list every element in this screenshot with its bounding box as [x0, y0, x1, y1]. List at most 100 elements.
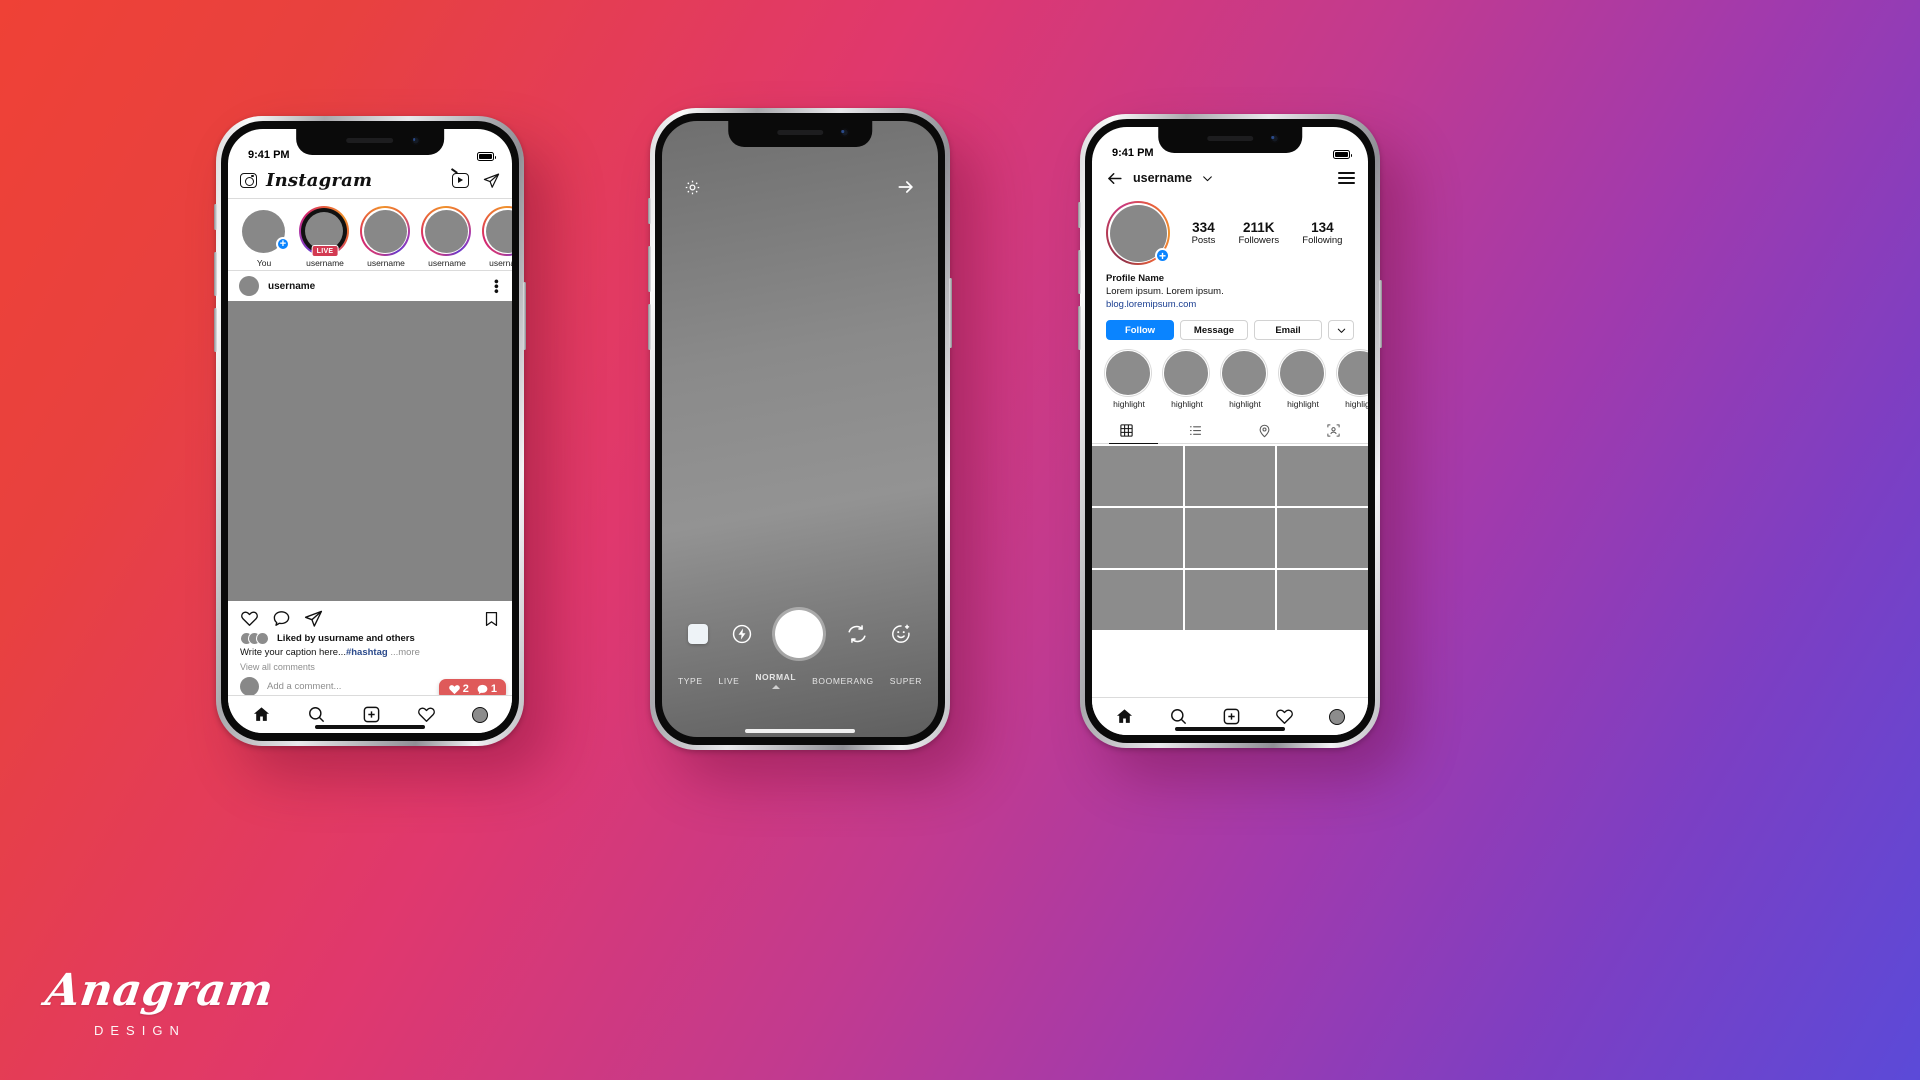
tagged-person-icon[interactable] [1326, 423, 1341, 438]
search-icon[interactable] [307, 705, 326, 724]
heart-icon[interactable] [1275, 707, 1294, 726]
silent-switch[interactable] [214, 204, 217, 230]
home-indicator[interactable] [315, 725, 425, 729]
camera-mode-live[interactable]: LIVE [719, 676, 740, 686]
plus-square-icon[interactable] [362, 705, 381, 724]
grid-cell[interactable] [1092, 446, 1183, 507]
posts-grid[interactable] [1092, 444, 1368, 631]
camera-mode-normal[interactable]: NORMAL [755, 672, 796, 682]
story-item[interactable]: username [482, 206, 512, 268]
message-button[interactable]: Message [1180, 320, 1248, 341]
story-item-live[interactable]: LIVE username [299, 206, 351, 268]
email-button[interactable]: Email [1254, 320, 1322, 341]
kebab-menu-icon[interactable]: ••• [489, 279, 505, 294]
grid-cell[interactable] [1184, 508, 1276, 569]
power-button[interactable] [523, 282, 526, 350]
comment-input-placeholder[interactable]: Add a comment... [267, 681, 341, 692]
volume-down-button[interactable] [648, 304, 651, 350]
home-icon[interactable] [252, 705, 271, 724]
highlight-item[interactable]: highlight [1163, 350, 1211, 409]
story-highlights[interactable]: highlight highlight highlight highlight … [1092, 340, 1368, 409]
instagram-logo[interactable]: Instagram [240, 170, 372, 191]
post-author-name[interactable]: username [268, 281, 315, 292]
highlight-item[interactable]: highlight [1279, 350, 1327, 409]
home-icon[interactable] [1115, 707, 1134, 726]
paper-plane-icon[interactable] [304, 609, 323, 628]
likes-text[interactable]: Liked by usurname and others [277, 633, 415, 644]
grid-cell[interactable] [1184, 446, 1276, 507]
profile-username[interactable]: username [1133, 171, 1192, 185]
stat-following[interactable]: 134 Following [1302, 220, 1342, 247]
heart-icon[interactable] [240, 609, 259, 628]
list-icon[interactable] [1188, 423, 1203, 438]
arrow-right-icon[interactable] [896, 177, 916, 197]
plus-square-icon[interactable] [1222, 707, 1241, 726]
camera-mode-type[interactable]: TYPE [678, 676, 703, 686]
post-action-bar [228, 601, 512, 632]
camera-mode-super[interactable]: SUPER [890, 676, 922, 686]
home-indicator[interactable] [745, 729, 855, 733]
view-all-comments-link[interactable]: View all comments [228, 662, 512, 675]
silent-switch[interactable] [648, 198, 651, 224]
bookmark-icon[interactable] [483, 610, 500, 628]
stories-tray[interactable]: + You LIVE username username username us… [228, 199, 512, 271]
volume-down-button[interactable] [1078, 306, 1081, 350]
comment-filled-icon [477, 684, 488, 694]
add-story-plus-icon[interactable]: + [276, 237, 290, 251]
gear-icon[interactable] [684, 179, 701, 196]
shutter-button[interactable] [775, 610, 823, 658]
story-item[interactable]: username [360, 206, 412, 268]
arrow-left-icon[interactable] [1105, 169, 1124, 188]
smiley-effects-icon[interactable] [890, 623, 912, 645]
grid-cell[interactable] [1184, 570, 1276, 631]
silent-switch[interactable] [1078, 202, 1081, 228]
power-button[interactable] [1379, 280, 1382, 348]
location-pin-icon[interactable] [1257, 423, 1272, 438]
profile-link[interactable]: blog.loremipsum.com [1106, 298, 1354, 311]
flash-icon[interactable] [731, 623, 753, 645]
post-image[interactable] [228, 301, 512, 601]
power-button[interactable] [949, 278, 952, 348]
caption-hashtag[interactable]: #hashtag [346, 647, 388, 658]
camera-mode-selector[interactable]: TYPE LIVE NORMAL BOOMERANG SUPER [662, 658, 938, 689]
camera-mode-normal-wrap[interactable]: NORMAL [755, 672, 796, 689]
add-story-plus-icon[interactable]: + [1155, 248, 1170, 263]
highlight-item[interactable]: highlight [1105, 350, 1153, 409]
comment-bubble-icon[interactable] [272, 609, 291, 628]
stat-posts[interactable]: 334 Posts [1192, 220, 1216, 247]
paper-plane-icon[interactable] [483, 172, 500, 189]
grid-cell[interactable] [1092, 570, 1183, 631]
story-item-you[interactable]: + You [238, 206, 290, 268]
hamburger-menu-icon[interactable] [1338, 172, 1355, 184]
search-icon[interactable] [1169, 707, 1188, 726]
gallery-thumbnail-icon[interactable] [688, 624, 708, 644]
grid-cell[interactable] [1092, 508, 1183, 569]
profile-avatar-wrap[interactable]: + [1106, 201, 1170, 265]
caption-more-link[interactable]: ...more [390, 647, 420, 658]
camera-icon[interactable] [240, 173, 257, 188]
chevron-down-icon[interactable] [1201, 172, 1214, 185]
grid-icon[interactable] [1119, 423, 1134, 438]
live-badge: LIVE [311, 245, 339, 257]
story-item[interactable]: username [421, 206, 473, 268]
igtv-icon[interactable] [452, 173, 469, 188]
avatar-icon[interactable] [1328, 708, 1345, 725]
grid-cell[interactable] [1277, 570, 1368, 631]
volume-up-button[interactable] [214, 252, 217, 296]
grid-cell[interactable] [1277, 446, 1368, 507]
follow-button[interactable]: Follow [1106, 320, 1174, 341]
avatar-icon[interactable] [472, 706, 488, 723]
highlight-item[interactable]: highlight [1337, 350, 1368, 409]
avatar[interactable] [239, 276, 259, 296]
switch-camera-icon[interactable] [846, 623, 868, 645]
volume-up-button[interactable] [648, 246, 651, 292]
highlight-item[interactable]: highlight [1221, 350, 1269, 409]
camera-mode-boomerang[interactable]: BOOMERANG [812, 676, 874, 686]
volume-down-button[interactable] [214, 308, 217, 352]
heart-icon[interactable] [417, 705, 436, 724]
stat-followers[interactable]: 211K Followers [1238, 220, 1279, 247]
grid-cell[interactable] [1277, 508, 1368, 569]
more-options-button[interactable] [1328, 320, 1354, 341]
home-indicator[interactable] [1175, 727, 1285, 731]
volume-up-button[interactable] [1078, 250, 1081, 294]
